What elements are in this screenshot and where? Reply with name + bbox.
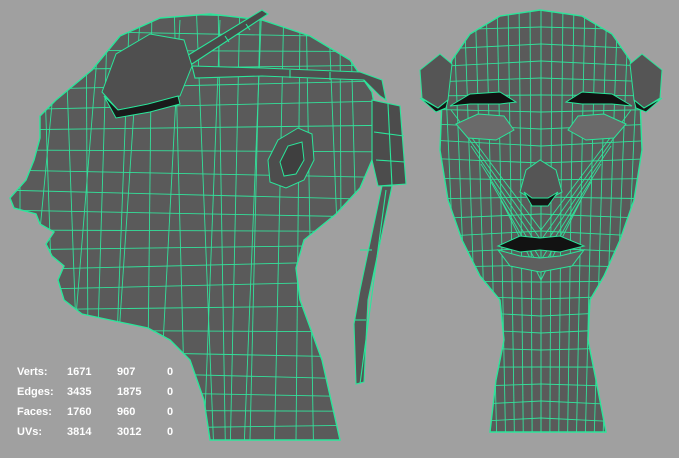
hud-value: 0 [167,406,174,418]
hud-label: UVs: [17,426,43,438]
hud-label: Faces: [17,406,52,418]
wireframe-edge [541,435,660,439]
wireframe-edge [430,435,541,439]
viewport-scene[interactable] [0,0,679,458]
hud-value: 0 [167,366,174,378]
hud-label: Edges: [17,386,54,398]
head-side-mesh[interactable] [0,0,407,450]
headphone-earpiece[interactable] [371,99,407,187]
wireframe-edge [10,424,378,431]
wireframe-edge [10,409,378,412]
hud-value: 907 [117,366,136,378]
head-front-mesh[interactable] [419,0,663,450]
hud-value: 0 [167,426,174,438]
hud-label: Verts: [17,366,48,378]
hud-value: 960 [117,406,136,418]
hud-value: 0 [167,386,174,398]
hud-value: 1671 [67,366,92,378]
hud-value: 1875 [117,386,142,398]
3d-viewport[interactable]: Verts: 1671 907 0 Edges: 3435 1875 0 Fac… [0,0,679,458]
wireframe-edge [10,389,378,398]
headset-mic-arm[interactable] [353,185,393,385]
hud-value: 3435 [67,386,92,398]
hud-value: 1760 [67,406,92,418]
hud-value: 3012 [117,426,142,438]
hud-value: 3814 [67,426,92,438]
